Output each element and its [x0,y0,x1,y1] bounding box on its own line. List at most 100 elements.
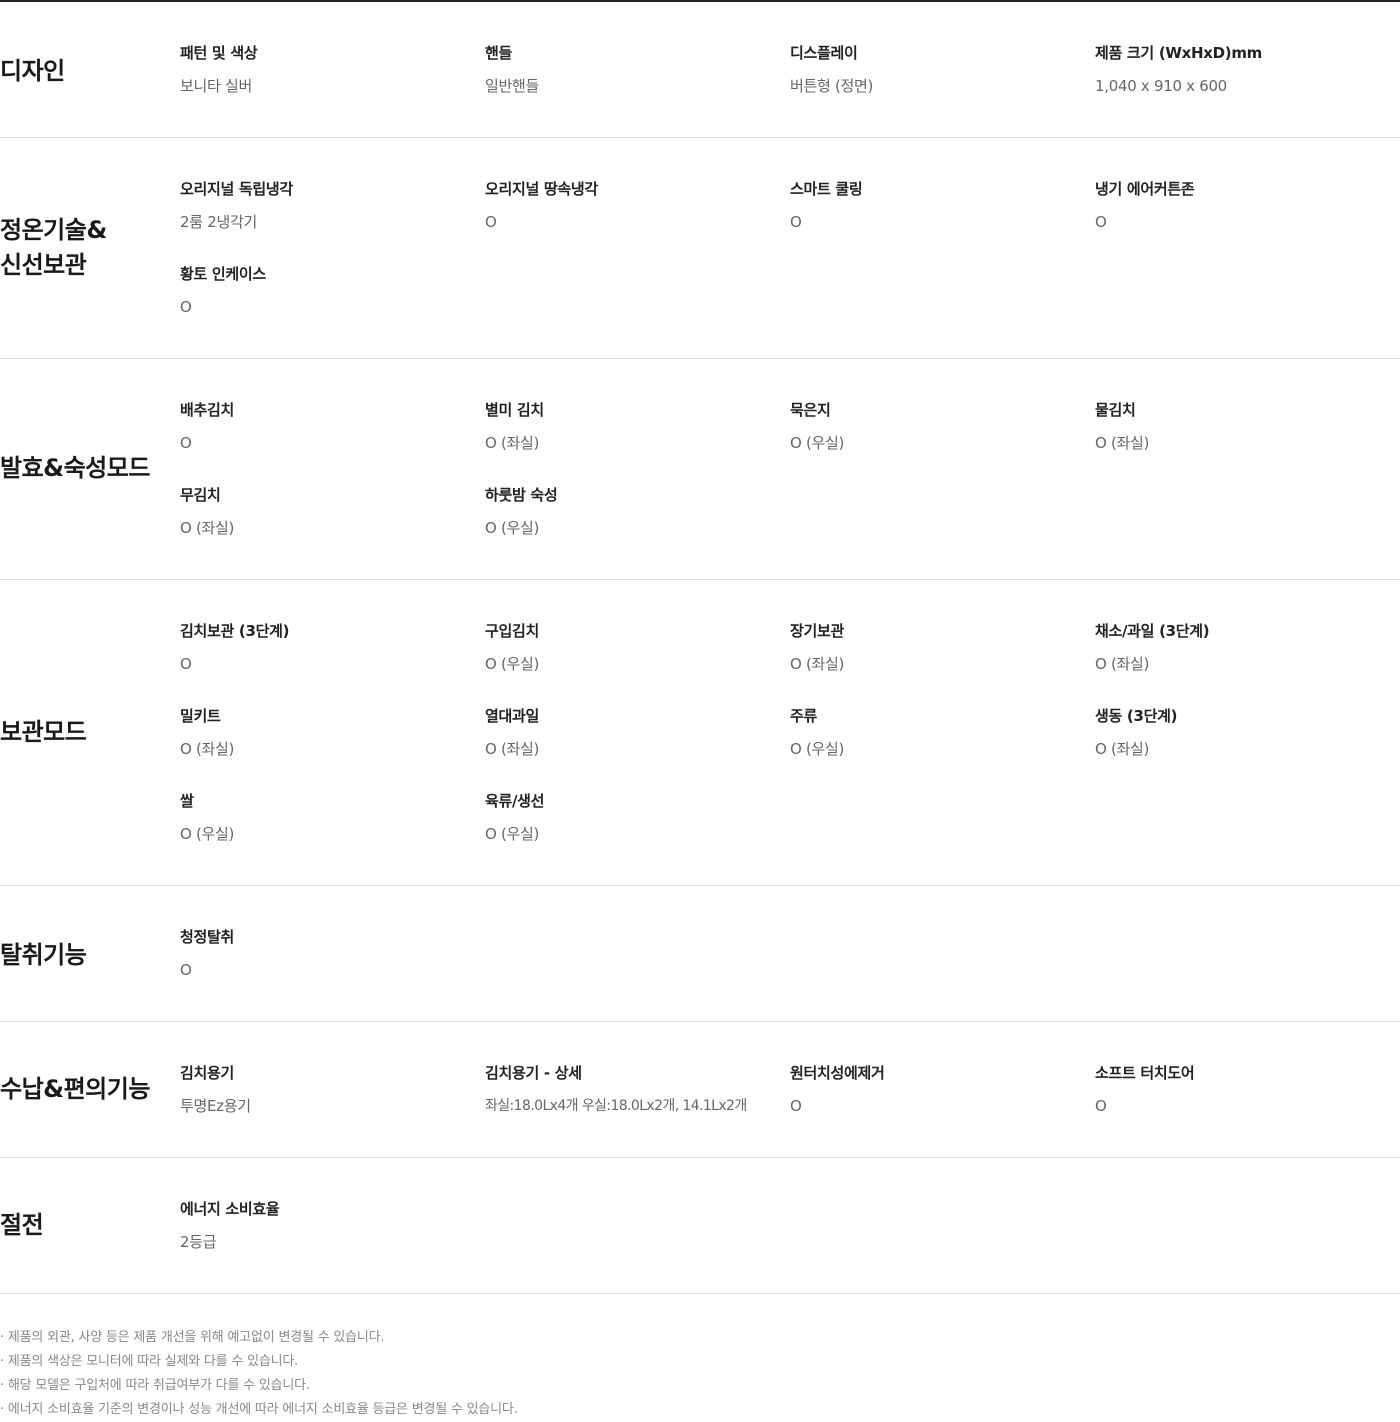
spec-value: 좌실:18.0Lx4개 우실:18.0Lx2개, 14.1Lx2개 [485,1098,747,1114]
spec-label: 채소/과일 (3단계) [1095,622,1210,640]
spec-pattern-color: 패턴 및 색상 보니타 실버 [180,42,470,97]
spec-energy-efficiency: 에너지 소비효율 2등급 [180,1198,470,1253]
section-title: 탈취기능 [0,941,87,969]
spec-label: 하룻밤 숙성 [485,486,558,504]
spec-value: O (우실) [790,740,845,758]
spec-label: 냉기 에어커튼존 [1095,180,1195,198]
section-fermentation-mode: 발효&숙성모드 배추김치 O 별미 김치 O (좌실) 묵은지 O (우실) 물… [0,359,1400,580]
spec-clay-incase: 황토 인케이스 O [180,263,470,318]
spec-label: 제품 크기 (WxHxD)mm [1095,44,1263,62]
spec-value: O [180,961,192,979]
spec-label: 핸들 [485,44,513,62]
spec-special-kimchi: 별미 김치 O (좌실) [485,399,775,454]
spec-handle: 핸들 일반핸들 [485,42,775,97]
spec-purchased-kimchi: 구입김치 O (우실) [485,620,775,675]
spec-value: O [180,434,192,452]
spec-label: 스마트 쿨링 [790,180,863,198]
spec-value: O (좌실) [180,740,235,758]
spec-value: 2등급 [180,1233,217,1251]
spec-label: 소프트 터치도어 [1095,1064,1195,1082]
spec-value: O [790,213,802,231]
spec-label: 장기보관 [790,622,845,640]
spec-label: 묵은지 [790,401,831,419]
spec-value: O (좌실) [1095,655,1150,673]
spec-overnight-ripening: 하룻밤 숙성 O (우실) [485,484,775,539]
spec-label: 배추김치 [180,401,235,419]
spec-value: 투명Ez용기 [180,1097,251,1115]
spec-value: O (좌실) [1095,740,1150,758]
spec-label: 육류/생선 [485,792,545,810]
spec-kimchi-container: 김치용기 투명Ez용기 [180,1062,470,1117]
spec-value: 버튼형 (정면) [790,77,874,95]
spec-value: O [1095,1097,1107,1115]
spec-meal-kit: 밀키트 O (좌실) [180,705,470,760]
spec-soft-touch-door: 소프트 터치도어 O [1095,1062,1385,1117]
note-item: · 해당 모델은 구입처에 따라 취급여부가 다를 수 있습니다. [0,1378,310,1393]
spec-aged-kimchi: 묵은지 O (우실) [790,399,1080,454]
spec-label: 청정탈취 [180,928,235,946]
spec-kimchi-container-detail: 김치용기 - 상세 좌실:18.0Lx4개 우실:18.0Lx2개, 14.1L… [485,1062,775,1117]
spec-radish-kimchi: 무김치 O (좌실) [180,484,470,539]
spec-rice: 쌀 O (우실) [180,790,470,845]
spec-vegetable-fruit: 채소/과일 (3단계) O (좌실) [1095,620,1385,675]
spec-label: 오리지널 땅속냉각 [485,180,598,198]
spec-original-underground-cooling: 오리지널 땅속냉각 O [485,178,775,233]
note-item: · 제품의 외관, 사양 등은 제품 개선을 위해 예고없이 변경될 수 있습니… [0,1330,385,1345]
spec-value: O (좌실) [180,519,235,537]
spec-cabbage-kimchi: 배추김치 O [180,399,470,454]
section-power-saving: 절전 에너지 소비효율 2등급 [0,1158,1400,1294]
spec-label: 생동 (3단계) [1095,707,1178,725]
spec-meat-fish: 육류/생선 O (우실) [485,790,775,845]
spec-value: O (좌실) [1095,434,1150,452]
spec-product-size: 제품 크기 (WxHxD)mm 1,040 x 910 x 600 [1095,42,1385,97]
spec-label: 물김치 [1095,401,1136,419]
spec-value: O [790,1097,802,1115]
section-title-line1: 정온기술& [0,216,107,244]
section-cooling-tech: 정온기술& 신선보관 오리지널 독립냉각 2룸 2냉각기 오리지널 땅속냉각 O… [0,138,1400,359]
section-deodorization: 탈취기능 청정탈취 O [0,886,1400,1022]
spec-label: 별미 김치 [485,401,544,419]
spec-label: 밀키트 [180,707,221,725]
spec-value: O (우실) [485,519,540,537]
spec-label: 패턴 및 색상 [180,44,258,62]
spec-value: O (우실) [180,825,235,843]
spec-freezing: 생동 (3단계) O (좌실) [1095,705,1385,760]
spec-value: O (좌실) [485,434,540,452]
spec-value: O [485,213,497,231]
spec-smart-cooling: 스마트 쿨링 O [790,178,1080,233]
spec-label: 김치용기 - 상세 [485,1064,582,1082]
spec-value: O [180,298,192,316]
spec-label: 열대과일 [485,707,540,725]
spec-label: 무김치 [180,486,221,504]
spec-label: 주류 [790,707,818,725]
spec-label: 원터치성에제거 [790,1064,885,1082]
spec-value: O (우실) [790,434,845,452]
section-title: 절전 [0,1211,44,1239]
section-title: 디자인 [0,57,65,85]
spec-label: 오리지널 독립냉각 [180,180,293,198]
section-title: 발효&숙성모드 [0,454,150,482]
spec-display: 디스플레이 버튼형 (정면) [790,42,1080,97]
spec-label: 에너지 소비효율 [180,1200,280,1218]
spec-original-independent-cooling: 오리지널 독립냉각 2룸 2냉각기 [180,178,470,233]
section-title: 수납&편의기능 [0,1075,150,1103]
spec-kimchi-storage: 김치보관 (3단계) O [180,620,470,675]
spec-value: 2룸 2냉각기 [180,213,257,231]
spec-value: O (좌실) [485,740,540,758]
spec-long-term-storage: 장기보관 O (좌실) [790,620,1080,675]
section-storage-mode: 보관모드 김치보관 (3단계) O 구입김치 O (우실) 장기보관 O (좌실… [0,580,1400,886]
note-item: · 제품의 색상은 모니터에 따라 실제와 다를 수 있습니다. [0,1354,299,1369]
spec-liquor: 주류 O (우실) [790,705,1080,760]
section-title: 정온기술& 신선보관 [0,213,170,283]
spec-value: 일반핸들 [485,77,540,95]
spec-value: 1,040 x 910 x 600 [1095,77,1227,95]
note-item: · 에너지 소비효율 기준의 변경이나 성능 개선에 따라 에너지 소비효율 등… [0,1402,518,1417]
spec-label: 김치용기 [180,1064,235,1082]
spec-value: 보니타 실버 [180,77,252,95]
spec-label: 김치보관 (3단계) [180,622,290,640]
spec-value: O [180,655,192,673]
disclaimer-notes: · 제품의 외관, 사양 등은 제품 개선을 위해 예고없이 변경될 수 있습니… [0,1326,1000,1422]
spec-value: O (우실) [485,655,540,673]
spec-label: 황토 인케이스 [180,265,266,283]
spec-label: 디스플레이 [790,44,858,62]
